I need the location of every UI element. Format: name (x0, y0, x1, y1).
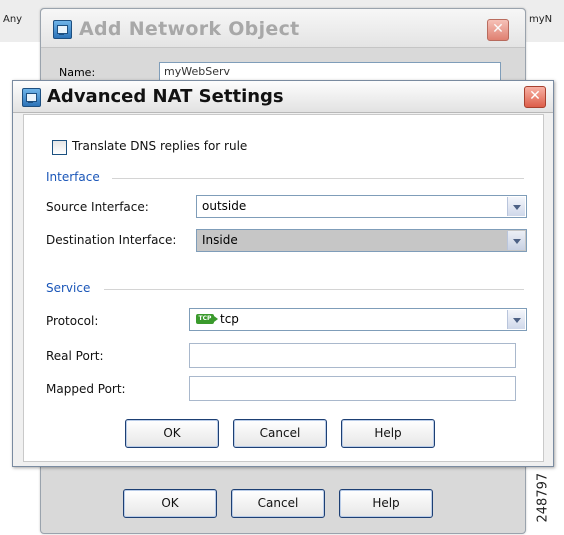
chevron-down-icon[interactable] (507, 231, 525, 250)
source-interface-label: Source Interface: (46, 200, 149, 214)
advanced-nat-title: Advanced NAT Settings (47, 86, 284, 107)
dialog-body: Translate DNS replies for rule Interface… (23, 114, 544, 462)
close-button[interactable]: ✕ (524, 86, 546, 108)
translate-dns-label: Translate DNS replies for rule (72, 139, 248, 153)
interface-group-divider (112, 178, 524, 179)
mapped-port-label: Mapped Port: (46, 382, 126, 396)
source-interface-value: outside (202, 199, 247, 213)
add-network-object-titlebar: Add Network Object ✕ (41, 9, 525, 48)
source-interface-select[interactable]: outside (196, 195, 527, 218)
cancel-button[interactable]: Cancel (233, 419, 327, 448)
back-cancel-button[interactable]: Cancel (231, 489, 325, 518)
real-port-field[interactable] (189, 343, 516, 368)
destination-interface-value: Inside (202, 233, 238, 247)
back-ok-button[interactable]: OK (123, 489, 217, 518)
name-field[interactable]: myWebServ (159, 62, 501, 82)
ok-button[interactable]: OK (125, 419, 219, 448)
background-text-right: myN (529, 14, 553, 25)
close-icon: ✕ (529, 88, 541, 104)
name-label: Name: (59, 66, 96, 79)
destination-interface-label: Destination Interface: (46, 233, 177, 247)
app-icon (22, 88, 41, 107)
background-text-left: Any (3, 14, 23, 25)
close-icon: ✕ (492, 21, 504, 37)
protocol-label: Protocol: (46, 314, 99, 328)
figure-code: 248797 (533, 465, 551, 525)
chevron-down-icon[interactable] (507, 197, 525, 216)
translate-dns-checkbox[interactable] (52, 140, 67, 155)
protocol-select[interactable]: TCP tcp (189, 308, 527, 331)
app-icon (53, 20, 72, 39)
interface-group-title: Interface (46, 170, 100, 184)
destination-interface-select[interactable]: Inside (196, 229, 527, 252)
real-port-label: Real Port: (46, 349, 104, 363)
advanced-nat-settings-dialog: Advanced NAT Settings ✕ Translate DNS re… (12, 80, 554, 467)
help-button[interactable]: Help (341, 419, 435, 448)
tcp-protocol-icon: TCP (196, 314, 218, 324)
add-network-object-title: Add Network Object (79, 18, 300, 40)
back-close-button[interactable]: ✕ (487, 19, 509, 41)
chevron-down-icon[interactable] (507, 310, 525, 329)
service-group-title: Service (46, 281, 91, 295)
mapped-port-field[interactable] (189, 376, 516, 401)
back-help-button[interactable]: Help (339, 489, 433, 518)
service-group-divider (104, 289, 524, 290)
figure-code-text: 248797 (535, 472, 551, 523)
advanced-nat-titlebar: Advanced NAT Settings ✕ (13, 81, 553, 113)
protocol-value: tcp (220, 312, 239, 326)
